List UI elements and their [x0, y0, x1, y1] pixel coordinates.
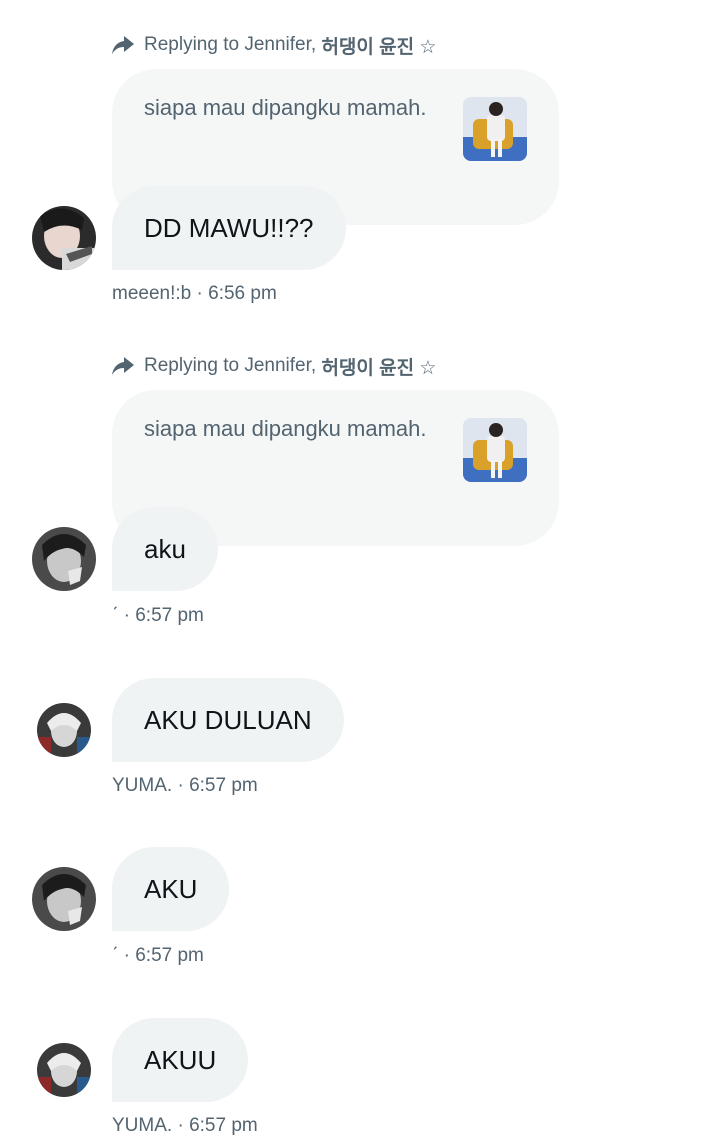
- meta-separator: ·: [196, 283, 203, 304]
- sender-name: ˊ: [112, 945, 119, 966]
- reply-context[interactable]: Replying to Jennifer, 허댕이 윤진 ☆: [110, 33, 437, 58]
- message-text: AKUU: [144, 1044, 217, 1075]
- message-bubble[interactable]: DD MAWU!!??: [112, 186, 346, 270]
- sender-avatar[interactable]: [32, 206, 96, 270]
- avatar-photo-icon: [37, 1043, 91, 1097]
- avatar-photo-icon: [32, 527, 96, 591]
- sender-avatar[interactable]: [37, 1043, 91, 1097]
- reply-arrow-icon: [112, 357, 134, 375]
- message-bubble[interactable]: aku: [112, 507, 218, 591]
- sender-name: meeen!:b: [112, 283, 192, 304]
- avatar-photo-icon: [32, 867, 96, 931]
- reply-context[interactable]: Replying to Jennifer, 허댕이 윤진 ☆: [110, 354, 437, 379]
- message-text: AKU DULUAN: [144, 704, 312, 735]
- meta-separator: ·: [123, 605, 130, 626]
- message-time: 6:57 pm: [189, 1115, 258, 1136]
- meta-separator: ·: [177, 1115, 184, 1136]
- quoted-image-thumbnail[interactable]: [463, 418, 527, 482]
- meta-separator: ·: [177, 775, 184, 796]
- sender-avatar[interactable]: [32, 527, 96, 591]
- message-time: 6:57 pm: [135, 605, 204, 626]
- message-meta: YUMA. · 6:57 pm: [112, 1115, 258, 1137]
- sender-name: ˊ: [112, 605, 119, 626]
- quoted-message-text: siapa mau dipangku mamah.: [144, 95, 427, 120]
- avatar-photo-icon: [37, 703, 91, 757]
- message-text: DD MAWU!!??: [144, 212, 314, 243]
- message-bubble[interactable]: AKU DULUAN: [112, 678, 344, 762]
- quoted-image-thumbnail[interactable]: [463, 97, 527, 161]
- message-meta: ˊ · 6:57 pm: [112, 605, 204, 627]
- quoted-message-text: siapa mau dipangku mamah.: [144, 416, 427, 441]
- reply-prefix: Replying to Jennifer,: [144, 355, 317, 376]
- sender-avatar[interactable]: [32, 867, 96, 931]
- meta-separator: ·: [123, 945, 130, 966]
- message-bubble[interactable]: AKUU: [112, 1018, 249, 1102]
- message-meta: YUMA. · 6:57 pm: [112, 775, 258, 797]
- message-bubble[interactable]: AKU: [112, 847, 230, 931]
- reply-names: 허댕이 윤진 ☆: [321, 357, 437, 379]
- message-text: aku: [144, 533, 186, 564]
- message-text: AKU: [144, 873, 198, 904]
- message-time: 6:56 pm: [208, 283, 277, 304]
- reply-prefix: Replying to Jennifer,: [144, 34, 317, 55]
- sender-avatar[interactable]: [37, 703, 91, 757]
- message-time: 6:57 pm: [135, 945, 204, 966]
- message-meta: meeen!:b · 6:56 pm: [112, 283, 277, 305]
- reply-names: 허댕이 윤진 ☆: [321, 36, 437, 58]
- sender-name: YUMA.: [112, 1115, 173, 1136]
- message-meta: ˊ · 6:57 pm: [112, 945, 204, 967]
- sender-name: YUMA.: [112, 775, 173, 796]
- reply-arrow-icon: [112, 36, 134, 54]
- avatar-photo-icon: [32, 206, 96, 270]
- message-time: 6:57 pm: [189, 775, 258, 796]
